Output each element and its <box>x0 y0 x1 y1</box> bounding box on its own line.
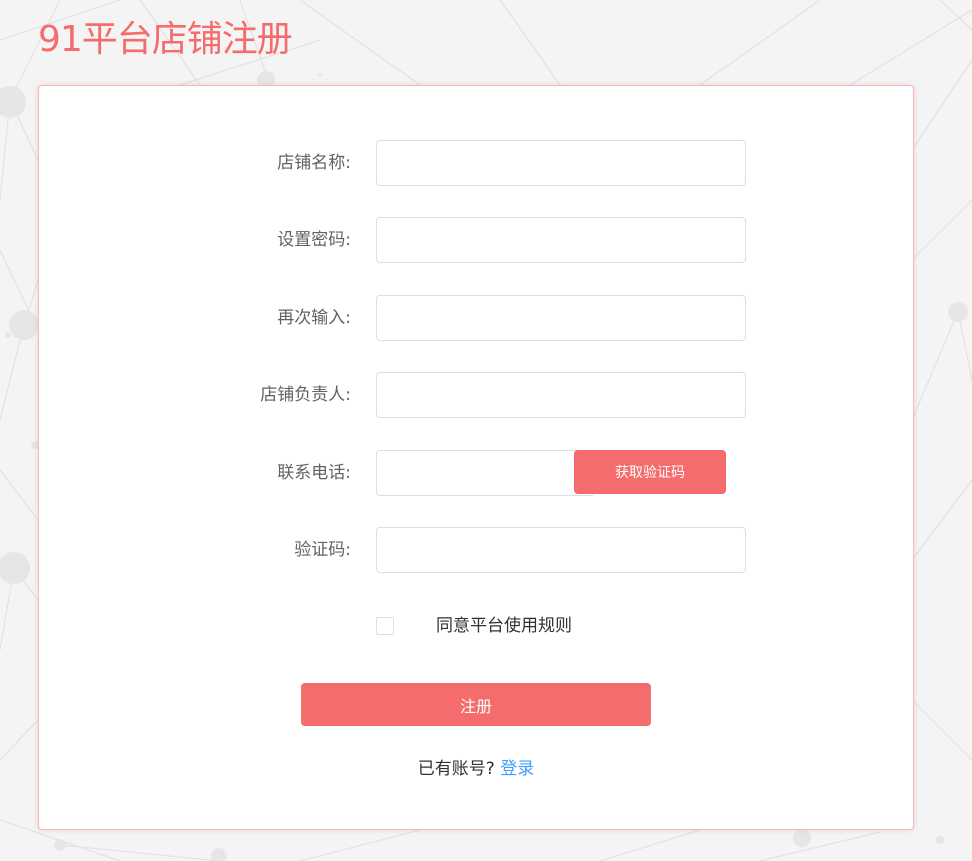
verify-code-input[interactable] <box>376 527 746 573</box>
page-title: 91平台店铺注册 <box>38 19 293 60</box>
login-link[interactable]: 登录 <box>500 759 534 779</box>
verify-code-label: 验证码: <box>294 540 351 560</box>
login-prompt-text: 已有账号? <box>417 759 495 779</box>
password-input[interactable] <box>376 217 746 263</box>
login-prompt: 已有账号? 登录 <box>39 757 913 781</box>
shop-name-label: 店铺名称: <box>277 153 351 173</box>
form-row-password-confirm: 再次输入: <box>39 295 913 341</box>
agreement-row: 同意平台使用规则 <box>376 616 776 638</box>
form-row-verify-code: 验证码: <box>39 527 913 573</box>
owner-input[interactable] <box>376 372 746 418</box>
phone-input[interactable] <box>376 450 593 496</box>
password-confirm-input[interactable] <box>376 295 746 341</box>
owner-label: 店铺负责人: <box>260 385 351 405</box>
password-label: 设置密码: <box>277 230 351 250</box>
form-row-password: 设置密码: <box>39 217 913 263</box>
agreement-checkbox[interactable] <box>376 617 394 635</box>
register-button[interactable]: 注册 <box>301 683 651 726</box>
shop-name-input[interactable] <box>376 140 746 186</box>
agreement-label: 同意平台使用规则 <box>436 616 572 636</box>
form-row-shop-name: 店铺名称: <box>39 140 913 186</box>
form-row-phone: 联系电话: 获取验证码 <box>39 450 913 496</box>
form-row-owner: 店铺负责人: <box>39 372 913 418</box>
phone-label: 联系电话: <box>277 463 351 483</box>
get-code-button[interactable]: 获取验证码 <box>574 450 726 494</box>
password-confirm-label: 再次输入: <box>277 308 351 328</box>
register-card: 店铺名称: 设置密码: 再次输入: 店铺负责人: 联系电话: 获取验证码 验证码… <box>38 85 914 830</box>
